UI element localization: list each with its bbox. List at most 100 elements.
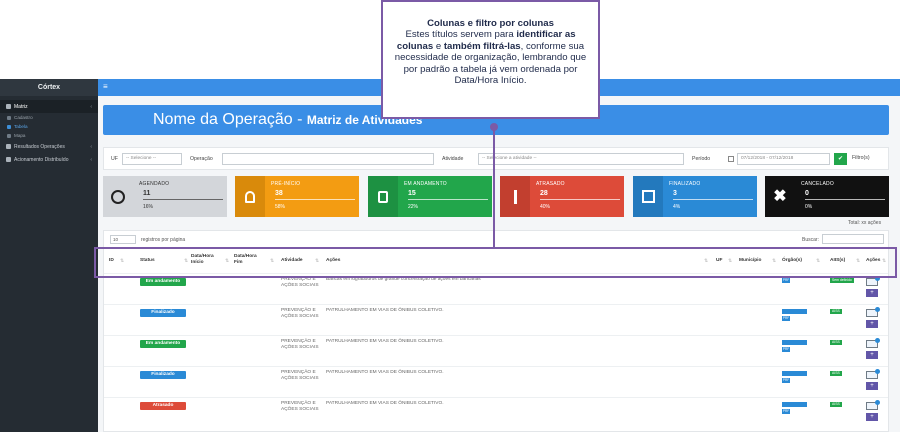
status-cards: AGENDADO 11 16% PRÉ-INÍCIO 38 58% EM AND… [103,176,889,217]
card-count: 0 [805,190,809,197]
card-pre-inicio[interactable]: PRÉ-INÍCIO 38 58% [235,176,359,217]
bell-icon [235,176,265,217]
periodo-input[interactable]: 07/12/2018 - 07/12/2018 [737,153,830,165]
sidebar-item-label: Mapa [14,133,26,138]
sidebar-item-cadastro[interactable]: Cadastro [0,113,98,122]
orgao-badge: PRF [782,316,790,321]
sidebar-item-label: Matriz [14,103,28,110]
card-divider [275,199,355,200]
aiss-badge: AISS [830,371,842,376]
callout-box: Colunas e filtro por colunas Estes títul… [381,0,600,119]
filtro-label[interactable]: Filtro(s) [852,155,870,161]
callout-connector [493,125,495,249]
card-divider [408,199,488,200]
atividade-cell: PREVENÇÃO E AÇÕES SOCIAIS [281,339,319,350]
card-percent: 4% [673,204,681,210]
table-row[interactable]: Finalizado PREVENÇÃO E AÇÕES SOCIAIS PAT… [104,304,888,335]
acao-cell: PATRULHAMENTO EM VIAS DE ÔNIBUS COLETIVO… [326,308,444,313]
orgao-badge: PRF [782,347,790,352]
card-percent: 0% [805,204,813,210]
callout-title: Colunas e filtro por colunas [427,18,554,29]
edit-icon[interactable] [866,338,880,348]
edit-icon[interactable] [866,307,880,317]
add-icon[interactable]: + [866,382,878,390]
sidebar-item-acionamento[interactable]: Acionamento Distribuído ‹ [0,153,98,166]
card-title: FINALIZADO [669,181,701,187]
orgao-badge-wide [782,340,807,345]
chevron-left-icon: ‹ [90,103,92,110]
search-label: Buscar: [802,237,819,243]
orgao-badges: PRF [782,340,807,353]
sidebar-item-tabela[interactable]: Tabela [0,122,98,131]
table-icon [7,124,11,129]
card-count: 3 [673,190,677,197]
card-title: CANCELADO [801,181,834,187]
status-badge: Finalizado [140,309,186,317]
aiss-badge: AISS [830,402,842,407]
edit-icon[interactable] [866,400,880,410]
page-size-select[interactable]: 10 [110,235,136,244]
menu-icon[interactable]: ≡ [103,83,108,91]
card-count: 38 [275,190,283,197]
add-icon[interactable]: + [866,320,878,328]
card-percent: 40% [540,204,551,210]
card-em-andamento[interactable]: EM ANDAMENTO 15 22% [368,176,492,217]
orgao-badges: PRF [782,309,807,322]
card-count: 11 [143,190,151,197]
add-icon[interactable]: + [866,351,878,359]
atividade-select[interactable]: -- Selecione a atividade -- [478,153,684,165]
total-actions: Total: xx ações [848,220,882,226]
card-cancelado[interactable]: ✖ CANCELADO 0 0% [765,176,889,217]
card-divider [805,199,885,200]
uf-select[interactable]: -- Selecione -- [122,153,182,165]
periodo-label: Período [692,156,711,162]
acao-cell: PATRULHAMENTO EM VIAS DE ÔNIBUS COLETIVO… [326,339,444,344]
card-divider [673,199,753,200]
check-square-icon [633,176,663,217]
aiss-badge: AISS [830,340,842,345]
add-icon[interactable]: + [866,289,878,297]
card-title: ATRASADO [536,181,565,187]
sidebar-item-matriz[interactable]: Matriz ‹ [0,100,98,113]
orgao-badge-wide [782,402,807,407]
card-title: AGENDADO [139,181,170,187]
exclamation-icon [500,176,530,217]
card-agendado[interactable]: AGENDADO 11 16% [103,176,227,217]
sidebar-item-label: Acionamento Distribuído [14,156,69,163]
calendar-icon[interactable] [728,156,734,162]
orgao-badges: PRF [782,371,807,384]
card-count: 15 [408,190,416,197]
callout-text-part: Estes títulos servem para [405,29,517,41]
card-title: PRÉ-INÍCIO [271,181,301,187]
grid-icon [6,104,11,109]
atividade-cell: PREVENÇÃO E AÇÕES SOCIAIS [281,401,319,412]
operacao-select[interactable] [222,153,434,165]
card-finalizado[interactable]: FINALIZADO 3 4% [633,176,757,217]
orgao-badge-wide [782,309,807,314]
card-atrasado[interactable]: ATRASADO 28 40% [500,176,624,217]
callout-text: Estes títulos servem para identificar as… [391,29,590,86]
table-row[interactable]: Atrasado PREVENÇÃO E AÇÕES SOCIAIS PATRU… [104,397,888,428]
acao-cell: PATRULHAMENTO EM VIAS DE ÔNIBUS COLETIVO… [326,401,444,406]
brand-logo[interactable]: Córtex [0,79,98,96]
edit-icon[interactable] [866,276,880,286]
chevron-left-icon: ‹ [90,143,92,150]
card-divider [540,199,620,200]
chevron-left-icon: ‹ [90,156,92,163]
add-icon[interactable]: + [866,413,878,421]
edit-icon[interactable] [866,369,880,379]
row-actions: + [866,307,882,331]
acao-cell: PATRULHAMENTO EM VIAS DE ÔNIBUS COLETIVO… [326,370,444,375]
table-row[interactable]: Em andamento PREVENÇÃO E AÇÕES SOCIAIS P… [104,335,888,366]
clock-icon [103,176,133,217]
sidebar: Córtex Matriz ‹ Cadastro Tabela Mapa Res… [0,79,98,432]
filter-bar: UF -- Selecione -- Operação Atividade --… [103,147,889,170]
card-divider [143,199,223,200]
aiss-badge: AISS [830,309,842,314]
search-input[interactable] [822,234,884,244]
table-row[interactable]: Finalizado PREVENÇÃO E AÇÕES SOCIAIS PAT… [104,366,888,397]
sidebar-item-mapa[interactable]: Mapa [0,131,98,140]
sidebar-item-label: Tabela [14,124,28,129]
apply-filter-button[interactable]: ✔ [834,153,847,165]
sidebar-item-resultados[interactable]: Resultados Operações ‹ [0,140,98,153]
